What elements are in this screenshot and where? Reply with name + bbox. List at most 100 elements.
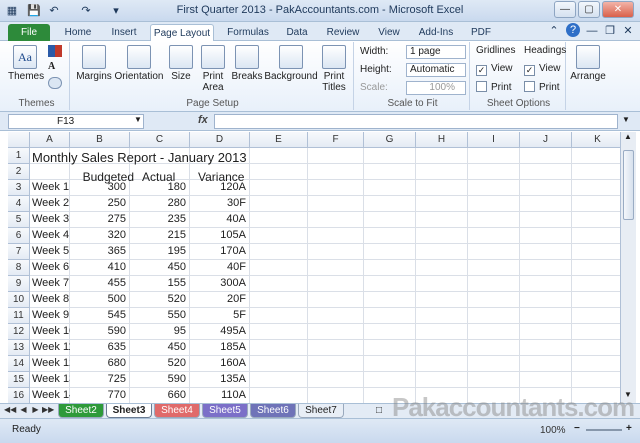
variance-value[interactable]: 110A [190,389,246,401]
variance-value[interactable]: 170A [190,245,246,257]
tab-pdf[interactable]: PDF [466,24,496,41]
workbook-close-icon[interactable]: ✕ [620,23,636,39]
vertical-scrollbar[interactable]: ▲ ▼ [620,132,636,404]
variance-value[interactable]: 300A [190,277,246,289]
tab-formulas[interactable]: Formulas [222,24,274,41]
actual-value[interactable]: 235 [130,213,186,225]
budgeted-value[interactable]: 680 [70,357,126,369]
minimize-button[interactable]: — [554,1,576,18]
scroll-thumb[interactable] [623,150,634,220]
budgeted-value[interactable]: 250 [70,197,126,209]
row-header-10[interactable]: 10 [8,292,30,308]
row-header-2[interactable]: 2 [8,164,30,180]
themes-button[interactable]: Aa Themes [8,45,44,82]
row-header-7[interactable]: 7 [8,244,30,260]
name-box[interactable]: F13 [8,114,144,129]
budgeted-value[interactable]: 500 [70,293,126,305]
close-button[interactable]: ✕ [602,1,634,18]
gridlines-view-checkbox[interactable]: ✓ View [476,63,513,76]
size-button[interactable]: Size [166,45,196,82]
select-all-corner[interactable] [8,132,30,148]
actual-value[interactable]: 280 [130,197,186,209]
row-header-3[interactable]: 3 [8,180,30,196]
column-header-e[interactable]: E [250,132,308,148]
tab-data[interactable]: Data [280,24,314,41]
expand-formula-bar-icon[interactable]: ▼ [622,115,630,124]
row-header-8[interactable]: 8 [8,260,30,276]
actual-value[interactable]: 180 [130,181,186,193]
column-header-g[interactable]: G [364,132,416,148]
print-area-button[interactable]: Print Area [198,45,228,93]
row-header-14[interactable]: 14 [8,356,30,372]
actual-value[interactable]: 590 [130,373,186,385]
row-header-15[interactable]: 15 [8,372,30,388]
actual-value[interactable]: 195 [130,245,186,257]
first-sheet-icon[interactable]: ◀◀ [4,405,16,414]
worksheet-grid[interactable]: ABCDEFGHIJK 1 2 3 4 5 6 7 8 9 10 11 12 13 14 15 16 Mont… [8,132,624,404]
week-label[interactable]: Week 14 [32,389,70,401]
budgeted-value[interactable]: 590 [70,325,126,337]
budgeted-value[interactable]: 275 [70,213,126,225]
week-label[interactable]: Week 11 [32,341,70,353]
variance-value[interactable]: 20F [190,293,246,305]
tab-insert[interactable]: Insert [104,24,144,41]
row-header-1[interactable]: 1 [8,148,30,164]
sheet-tab-sheet7[interactable]: Sheet7 [298,404,344,418]
row-header-6[interactable]: 6 [8,228,30,244]
sheet-tab-sheet3[interactable]: Sheet3 [106,404,152,418]
tab-home[interactable]: Home [58,24,98,41]
budgeted-value[interactable]: 320 [70,229,126,241]
week-label[interactable]: Week 1 [32,181,70,193]
column-header-c[interactable]: C [130,132,190,148]
column-header-j[interactable]: J [520,132,572,148]
scale-input[interactable]: 100% [406,81,466,95]
budgeted-value[interactable]: 725 [70,373,126,385]
actual-value[interactable]: 95 [130,325,186,337]
column-header-h[interactable]: H [416,132,468,148]
variance-value[interactable]: 105A [190,229,246,241]
headings-view-checkbox[interactable]: ✓ View [524,63,561,76]
height-select[interactable]: Automatic [406,63,466,77]
variance-value[interactable]: 120A [190,181,246,193]
week-label[interactable]: Week 4 [32,229,70,241]
row-header-4[interactable]: 4 [8,196,30,212]
name-box-dropdown-icon[interactable]: ▼ [134,115,142,124]
variance-value[interactable]: 40A [190,213,246,225]
week-label[interactable]: Week 6 [32,261,70,273]
variance-value[interactable]: 30F [190,197,246,209]
margins-button[interactable]: Margins [76,45,112,82]
column-header-a[interactable]: A [30,132,70,148]
next-sheet-icon[interactable]: ▶ [30,405,41,414]
zoom-slider[interactable] [586,429,622,431]
zoom-out-icon[interactable]: − [574,423,580,434]
variance-value[interactable]: 40F [190,261,246,273]
prev-sheet-icon[interactable]: ◀ [18,405,29,414]
gridlines-print-checkbox[interactable]: Print [476,81,512,93]
budgeted-value[interactable]: 635 [70,341,126,353]
budgeted-value[interactable]: 365 [70,245,126,257]
formula-input[interactable] [214,114,618,129]
row-header-11[interactable]: 11 [8,308,30,324]
tab-file[interactable]: File [8,24,50,41]
actual-value[interactable]: 450 [130,341,186,353]
actual-value[interactable]: 520 [130,357,186,369]
tab-page-layout[interactable]: Page Layout [150,24,214,41]
actual-value[interactable]: 155 [130,277,186,289]
help-icon[interactable]: ? [566,23,580,37]
workbook-minimize-icon[interactable]: — [584,23,600,39]
week-label[interactable]: Week 8 [32,293,70,305]
row-header-12[interactable]: 12 [8,324,30,340]
variance-value[interactable]: 135A [190,373,246,385]
week-label[interactable]: Week 10 [32,325,70,337]
week-label[interactable]: Week 7 [32,277,70,289]
tab-view[interactable]: View [372,24,406,41]
tab-review[interactable]: Review [322,24,364,41]
actual-value[interactable]: 660 [130,389,186,401]
sheet-tab-sheet6[interactable]: Sheet6 [250,404,296,418]
column-header-i[interactable]: I [468,132,520,148]
insert-function-icon[interactable]: fx [198,114,212,126]
width-select[interactable]: 1 page [406,45,466,59]
scroll-up-icon[interactable]: ▲ [624,132,632,141]
zoom-level[interactable]: 100% [540,425,566,436]
actual-value[interactable]: 550 [130,309,186,321]
